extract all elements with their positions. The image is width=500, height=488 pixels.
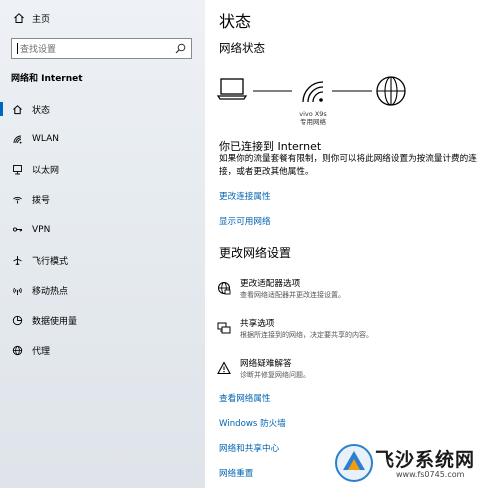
adapter-icon: [217, 278, 233, 301]
show-available-networks-link[interactable]: 显示可用网络: [219, 215, 271, 227]
connection-status: 你已连接到 Internet: [219, 140, 322, 153]
network-troubleshooter[interactable]: 网络疑难解答 诊断并修复网络问题。: [217, 358, 310, 381]
laptop-icon: [217, 78, 248, 100]
change-connection-properties-link[interactable]: 更改连接属性: [219, 190, 271, 202]
sidebar-item-label: 数据使用量: [32, 316, 78, 327]
sidebar-item-label: 代理: [32, 347, 51, 358]
option-desc: 诊断并修复网络问题。: [240, 371, 310, 379]
home-label: 主页: [32, 14, 51, 25]
watermark-logo: 飞沙系统网 www.fs0745.com: [330, 440, 500, 488]
device-name: vivo X9s: [299, 110, 327, 118]
sidebar-item-label: 飞行模式: [32, 256, 69, 267]
network-status-heading: 网络状态: [219, 41, 265, 55]
sidebar-item-vpn[interactable]: VPN: [0, 215, 205, 245]
windows-firewall-link[interactable]: Windows 防火墙: [219, 417, 286, 429]
sidebar-item-ethernet[interactable]: 以太网: [0, 154, 205, 184]
section-title: 网络和 Internet: [11, 74, 83, 84]
proxy-globe-icon: [11, 345, 23, 357]
option-desc: 查看网络适配器并更改连接设置。: [240, 291, 345, 299]
sidebar-nav: 状态 WLAN 以太网 拨号 VPN 飞行模式 移动热点 数据使用量 代理: [0, 94, 205, 366]
sidebar-item-label: 拨号: [32, 196, 51, 207]
search-input[interactable]: 查找设置: [11, 38, 192, 59]
internet-globe-icon: [376, 76, 406, 106]
sidebar-item-dialup[interactable]: 拨号: [0, 185, 205, 215]
watermark-url: www.fs0745.com: [396, 470, 465, 479]
sidebar-item-hotspot[interactable]: 移动热点: [0, 275, 205, 305]
option-title: 网络疑难解答: [240, 359, 292, 369]
view-network-properties-link[interactable]: 查看网络属性: [219, 392, 271, 404]
search-icon[interactable]: [175, 43, 186, 57]
sidebar-item-label: 状态: [32, 105, 51, 116]
sidebar-item-status[interactable]: 状态: [0, 94, 205, 124]
network-sharing-center-link[interactable]: 网络和共享中心: [219, 442, 279, 454]
hotspot-icon: [11, 284, 23, 296]
metered-description: 如果你的流量套餐有限制，则你可以将此网络设置为按流量计费的连接，或者更改其他属性…: [219, 154, 477, 177]
search-placeholder: 查找设置: [20, 45, 57, 55]
adapter-options[interactable]: 更改适配器选项 查看网络适配器并更改连接设置。: [217, 278, 345, 301]
sidebar-item-label: 移动热点: [32, 286, 69, 297]
sidebar-item-data-usage[interactable]: 数据使用量: [0, 305, 205, 335]
sharing-options[interactable]: 共享选项 根据所连接到的网络，决定要共享的内容。: [217, 318, 373, 341]
watermark-title: 飞沙系统网: [375, 449, 476, 471]
change-settings-heading: 更改网络设置: [219, 246, 292, 260]
sidebar-item-wlan[interactable]: WLAN: [0, 124, 205, 154]
ethernet-icon: [11, 163, 23, 175]
warning-icon: [217, 358, 233, 381]
main-content: 状态 网络状态 vivo X9s 专用网络 你已连接到 Internet 如果你…: [205, 0, 500, 488]
device-label: vivo X9s 专用网络: [297, 110, 329, 126]
sidebar-item-proxy[interactable]: 代理: [0, 336, 205, 366]
device-network-type: 专用网络: [300, 118, 326, 126]
logo-icon: [335, 444, 373, 482]
option-title: 更改适配器选项: [240, 279, 301, 289]
sharing-icon: [217, 318, 233, 341]
page-title: 状态: [219, 12, 252, 31]
text-caret: [17, 43, 18, 54]
home-nav[interactable]: 主页: [12, 10, 50, 26]
sidebar-item-label: WLAN: [32, 134, 60, 145]
network-reset-link[interactable]: 网络重置: [219, 467, 253, 479]
dialup-icon: [11, 194, 23, 206]
data-usage-icon: [11, 314, 23, 326]
sidebar-item-airplane[interactable]: 飞行模式: [0, 245, 205, 275]
settings-sidebar: 主页 查找设置 网络和 Internet 状态 WLAN 以太网 拨号 VPN …: [0, 0, 205, 488]
status-icon: [11, 103, 23, 115]
sidebar-item-label: VPN: [32, 224, 51, 235]
wifi-signal-icon: [302, 81, 324, 103]
sidebar-item-label: 以太网: [32, 165, 60, 176]
vpn-icon: [11, 224, 23, 236]
wifi-icon: [11, 133, 23, 145]
option-desc: 根据所连接到的网络，决定要共享的内容。: [240, 331, 373, 339]
airplane-icon: [11, 254, 23, 266]
option-title: 共享选项: [240, 319, 275, 329]
home-icon: [12, 12, 26, 24]
